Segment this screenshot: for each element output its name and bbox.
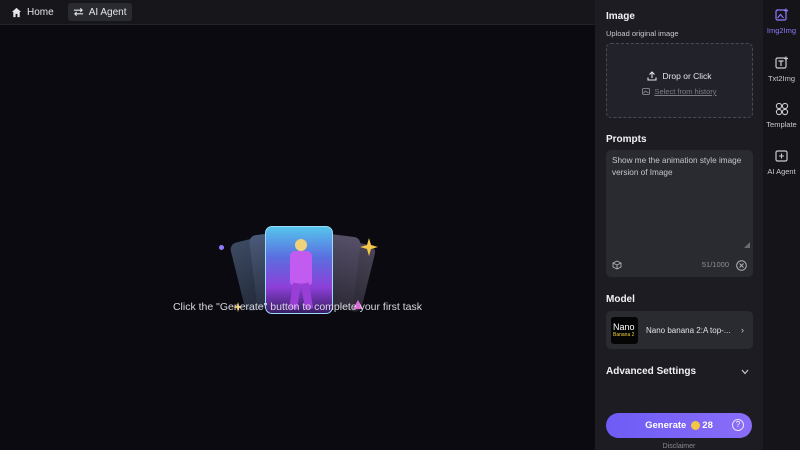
generate-label: Generate (645, 420, 687, 431)
tool-rail: Img2Img Txt2Img Template AI Agent (763, 0, 800, 450)
prompt-text: Show me the animation style image versio… (612, 156, 742, 177)
upload-label: Upload original image (606, 29, 679, 38)
image-section-title: Image (606, 11, 635, 22)
history-label: Select from history (654, 87, 717, 96)
model-thumb-line1: Nano (613, 321, 635, 332)
rail-item-template[interactable]: Template (763, 102, 800, 129)
select-from-history-link[interactable]: Select from history (607, 87, 752, 96)
prompt-textarea[interactable]: Show me the animation style image versio… (606, 150, 753, 277)
resize-handle-icon[interactable] (744, 242, 750, 248)
rail-item-ai-agent[interactable]: AI Agent (763, 149, 800, 176)
figure-body (290, 251, 312, 285)
generate-button[interactable]: Generate 28 ? (606, 413, 752, 438)
generate-cost-value: 28 (702, 420, 713, 431)
empty-state-message: Click the "Generate" button to complete … (172, 301, 423, 313)
sparkle-icon (360, 238, 378, 256)
grid-icon (775, 102, 788, 116)
rail-item-img2img[interactable]: Img2Img (763, 8, 800, 35)
model-selector[interactable]: Nano Banana 2 Nano banana 2:A top-... › (606, 311, 753, 349)
prompt-char-count: 51/1000 (701, 260, 729, 269)
model-name: Nano banana 2:A top-... (646, 325, 731, 335)
drop-label: Drop or Click (662, 71, 712, 81)
settings-panel: Image Upload original image Drop or Clic… (595, 0, 763, 450)
home-button[interactable]: Home (7, 3, 58, 21)
generate-cost: 28 (691, 420, 713, 431)
rail-label: Img2Img (766, 26, 797, 35)
drop-or-click: Drop or Click (607, 71, 752, 81)
home-icon (11, 7, 22, 17)
disclaimer-link[interactable]: Disclaimer (595, 443, 763, 450)
swap-icon (73, 7, 83, 17)
ai-agent-label: AI Agent (88, 6, 127, 18)
chevron-right-icon: › (741, 325, 744, 335)
rail-label: Template (766, 120, 797, 129)
image-dropzone[interactable]: Drop or Click Select from history (606, 43, 753, 118)
clear-icon[interactable] (736, 260, 747, 271)
history-image-icon (642, 88, 651, 95)
advanced-settings-toggle[interactable]: Advanced Settings (606, 366, 696, 377)
rail-item-txt2img[interactable]: Txt2Img (763, 56, 800, 83)
model-thumbnail: Nano Banana 2 (611, 316, 638, 344)
image-plus-icon (774, 8, 788, 21)
prompts-section-title: Prompts (606, 134, 647, 145)
home-label: Home (27, 6, 54, 18)
chevron-down-icon[interactable] (741, 369, 749, 375)
upload-icon (647, 71, 657, 81)
agent-frame-icon (774, 150, 788, 162)
help-icon[interactable]: ? (732, 419, 744, 431)
rail-label: AI Agent (767, 167, 796, 176)
rail-label: Txt2Img (767, 74, 796, 83)
model-section-title: Model (606, 294, 635, 305)
text-image-icon (774, 56, 788, 69)
top-bar: Home AI Agent (0, 0, 595, 25)
decor-dot (219, 245, 224, 250)
ai-agent-button[interactable]: AI Agent (67, 3, 132, 21)
figure-head (295, 239, 307, 251)
result-canvas: Click the "Generate" button to complete … (0, 25, 595, 450)
model-thumb-line2: Banana 2 (613, 331, 635, 338)
cube-icon[interactable] (612, 260, 622, 270)
coin-icon (691, 421, 701, 430)
